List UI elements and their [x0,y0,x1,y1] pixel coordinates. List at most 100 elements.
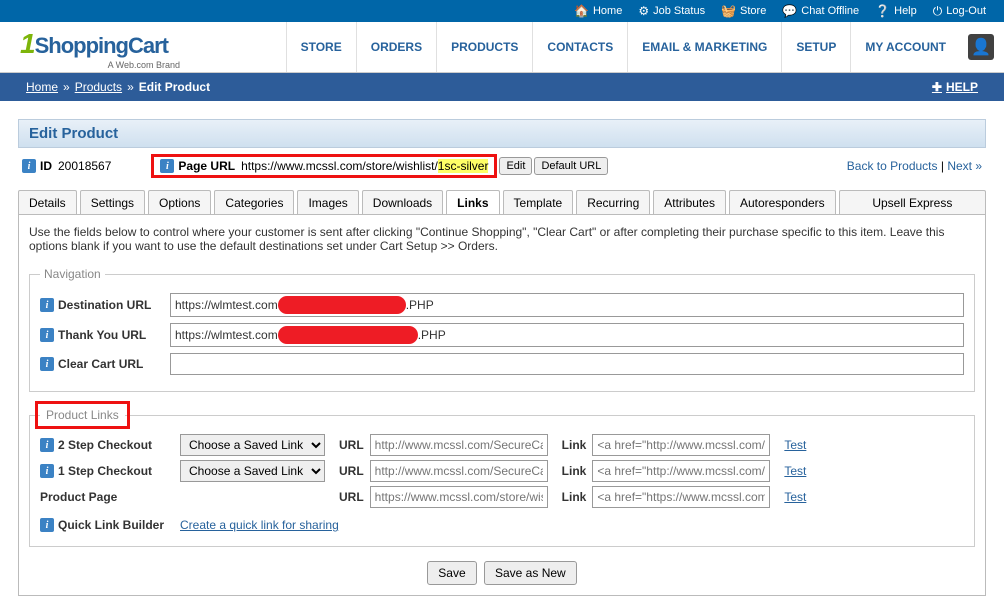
id-label: ID [40,159,52,173]
info-icon[interactable]: i [40,357,54,371]
nav-setup[interactable]: SETUP [781,22,850,72]
tab-categories[interactable]: Categories [214,190,294,215]
product-page-label: Product Page [40,490,180,504]
tab-attributes[interactable]: Attributes [653,190,726,215]
create-quick-link[interactable]: Create a quick link for sharing [180,518,339,532]
top-home[interactable]: 🏠 Home [574,4,622,18]
page-url-prefix: https://www.mcssl.com/store/wishlist/ [241,159,438,173]
crumb-products[interactable]: Products [75,80,122,94]
top-home-label: Home [593,5,622,17]
link-label: Link [562,438,587,452]
two-step-link-input[interactable] [592,434,770,456]
nav-orders[interactable]: ORDERS [356,22,436,72]
basket-icon: 🧺 [721,4,736,18]
default-url-button[interactable]: Default URL [534,157,608,175]
info-icon[interactable]: i [40,518,54,532]
crumb-home[interactable]: Home [26,80,58,94]
tab-upsell[interactable]: Upsell Express [839,190,986,215]
info-icon[interactable]: i [40,298,54,312]
tab-recurring[interactable]: Recurring [576,190,650,215]
page-url-label: Page URL [178,159,235,173]
nav-contacts[interactable]: CONTACTS [532,22,627,72]
crumb-sep2: » [127,80,134,94]
top-logout[interactable]: ⏻Log-Out [933,4,986,19]
destination-url-input[interactable]: https://wlmtest.com.PHP [170,293,964,317]
two-step-select[interactable]: Choose a Saved Link [180,434,325,456]
logo-tag: A Web.com Brand [20,60,180,70]
top-store[interactable]: 🧺 Store [721,4,766,18]
nav-products[interactable]: PRODUCTS [436,22,532,72]
product-links-legend: Product Links [40,406,125,424]
save-button[interactable]: Save [427,561,476,585]
top-store-label: Store [740,5,766,17]
url-label: URL [339,438,364,452]
product-links-fieldset: Product Links i2 Step Checkout Choose a … [29,406,975,547]
tab-images[interactable]: Images [297,190,358,215]
top-help[interactable]: ❔ Help [875,4,917,18]
help-icon: ❔ [875,4,890,18]
crumb-sep: » [63,80,70,94]
top-logout-label: Log-Out [946,5,986,17]
info-icon[interactable]: i [40,464,54,478]
navigation-legend: Navigation [40,267,105,281]
thank-url-label: Thank You URL [58,328,146,342]
id-value: 20018567 [58,159,111,173]
product-page-url-input[interactable] [370,486,548,508]
crumb-edit: Edit Product [139,80,210,94]
redacted-block [278,296,406,314]
home-icon: 🏠 [574,4,589,18]
page-url-highlight: 1sc-silver [438,159,489,173]
dest-url-label: Destination URL [58,298,151,312]
product-page-test-link[interactable]: Test [784,490,806,504]
links-help-text: Use the fields below to control where yo… [29,225,975,253]
edit-url-button[interactable]: Edit [499,157,532,175]
nav-email-marketing[interactable]: EMAIL & MARKETING [627,22,781,72]
breadcrumb-help[interactable]: ✚HELP [932,80,978,94]
top-chat-label: Chat Offline [801,5,859,17]
info-icon[interactable]: i [22,159,36,173]
user-icon[interactable]: 👤 [968,34,994,60]
chat-icon: 💬 [782,4,797,18]
back-to-products-link[interactable]: Back to Products [847,159,938,173]
one-step-test-link[interactable]: Test [784,464,806,478]
one-step-link-input[interactable] [592,460,770,482]
top-job-status[interactable]: ⚙Job Status [638,4,705,18]
info-icon[interactable]: i [160,159,174,173]
clear-cart-url-input[interactable] [170,353,964,375]
thank-you-url-input[interactable]: https://wlmtest.com.PHP [170,323,964,347]
link-label: Link [562,464,587,478]
tab-settings[interactable]: Settings [80,190,145,215]
redacted-block [278,326,418,344]
logo: 1ShoppingCart A Web.com Brand [0,22,200,72]
one-step-url-input[interactable] [370,460,548,482]
info-icon[interactable]: i [40,438,54,452]
plus-icon: ✚ [932,80,942,94]
one-step-select[interactable]: Choose a Saved Link [180,460,325,482]
two-step-test-link[interactable]: Test [784,438,806,452]
nav-store[interactable]: STORE [286,22,356,72]
two-step-url-input[interactable] [370,434,548,456]
navigation-fieldset: Navigation i Destination URL https://wlmt… [29,267,975,392]
info-icon[interactable]: i [40,328,54,342]
tab-details[interactable]: Details [18,190,77,215]
power-icon: ⏻ [933,4,943,19]
logo-prefix: 1 [20,28,35,59]
tab-options[interactable]: Options [148,190,211,215]
link-label: Link [562,490,587,504]
one-step-label: 1 Step Checkout [58,464,152,478]
tab-downloads[interactable]: Downloads [362,190,443,215]
top-chat[interactable]: 💬 Chat Offline [782,4,859,18]
tab-links[interactable]: Links [446,190,499,215]
top-help-label: Help [894,5,917,17]
panel-title: Edit Product [18,119,986,148]
product-page-link-input[interactable] [592,486,770,508]
url-label: URL [339,490,364,504]
tab-autoresponders[interactable]: Autoresponders [729,190,836,215]
next-link[interactable]: Next » [947,159,982,173]
quick-link-label: Quick Link Builder [58,518,164,532]
save-as-new-button[interactable]: Save as New [484,561,577,585]
tab-template[interactable]: Template [503,190,574,215]
gear-icon: ⚙ [638,4,649,18]
page-url-box: i Page URL https://www.mcssl.com/store/w… [151,154,497,178]
nav-my-account[interactable]: MY ACCOUNT [850,22,960,72]
